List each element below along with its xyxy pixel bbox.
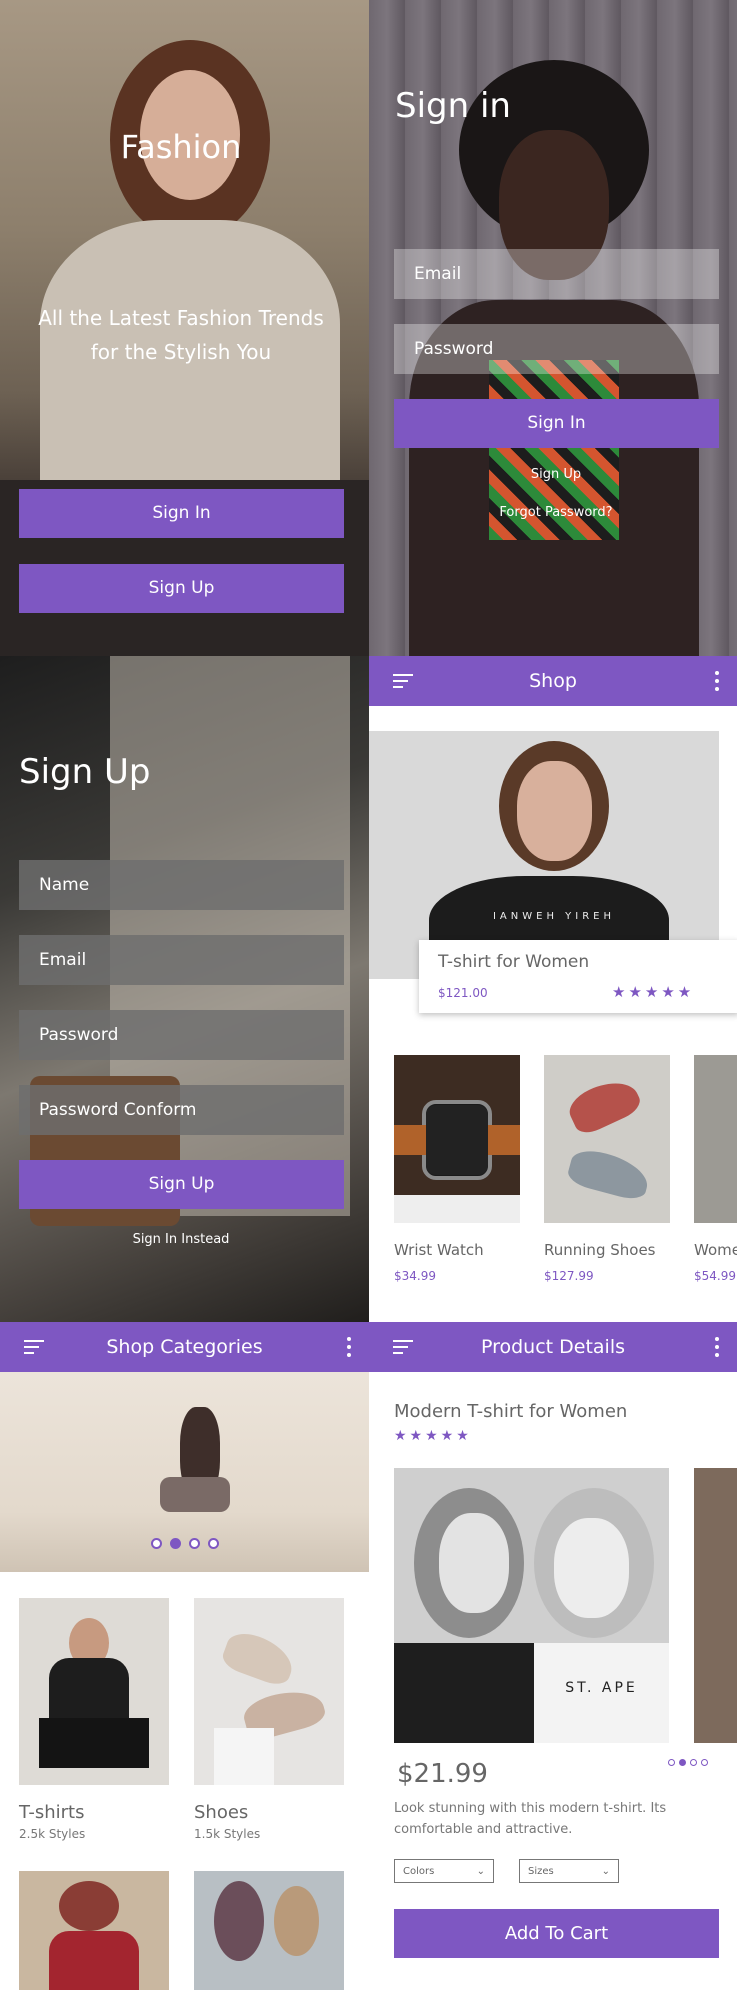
shop-app-bar: Shop — [369, 656, 737, 706]
category-name: Shoes — [194, 1802, 249, 1823]
chevron-down-icon: ⌄ — [601, 1865, 610, 1877]
signin-password-field[interactable]: Password — [394, 324, 719, 374]
detail-product-rating: ★★★★★ — [394, 1428, 472, 1444]
product-price: $127.99 — [544, 1269, 594, 1283]
menu-icon[interactable] — [393, 1340, 413, 1354]
detail-image-pager[interactable] — [666, 1759, 710, 1766]
forgot-password-link[interactable]: Forgot Password? — [369, 505, 737, 520]
running-shoes-image — [544, 1055, 670, 1223]
detail-description-2: comfortable and attractive. — [394, 1822, 573, 1837]
product-details-screen: Product Details Modern T-shirt for Women… — [369, 1322, 737, 1990]
detail-product-image[interactable]: ST. APE — [394, 1468, 669, 1743]
more-vert-icon[interactable] — [715, 671, 719, 691]
welcome-signup-button[interactable]: Sign Up — [19, 564, 344, 613]
pager-dot[interactable] — [701, 1759, 708, 1766]
categories-app-bar: Shop Categories — [0, 1322, 369, 1372]
product-card[interactable]: Running Shoes $127.99 — [544, 1055, 670, 1283]
shop-title: Shop — [529, 670, 577, 692]
chevron-down-icon: ⌄ — [476, 1865, 485, 1877]
welcome-tagline-1: All the Latest Fashion Trends — [38, 306, 324, 330]
signup-screen: Sign Up Name Email Password Password Con… — [0, 656, 369, 1322]
add-to-cart-button[interactable]: Add To Cart — [394, 1909, 719, 1958]
product-name: Running Shoes — [544, 1241, 656, 1259]
shirt-print-text: ST. APE — [565, 1680, 638, 1696]
detail-product-name: Modern T-shirt for Women — [394, 1401, 628, 1422]
signin-signup-link[interactable]: Sign Up — [369, 467, 737, 482]
pager-dot[interactable] — [188, 1538, 200, 1549]
category-name: T-shirts — [19, 1802, 85, 1823]
sizes-select-label: Sizes — [528, 1865, 554, 1877]
sizes-select[interactable]: Sizes ⌄ — [519, 1859, 619, 1883]
pager-dot[interactable] — [207, 1538, 219, 1549]
product-card[interactable]: Wrist Watch $34.99 — [394, 1055, 520, 1283]
featured-product-card[interactable]: T-shirt for Women $121.00 ★★★★★ — [419, 940, 737, 1013]
category-count: 1.5k Styles — [194, 1827, 261, 1841]
welcome-signin-button[interactable]: Sign In — [19, 489, 344, 538]
signup-button[interactable]: Sign Up — [19, 1160, 344, 1209]
categories-screen: Shop Categories T-shirts 2.5k Styles Sho… — [0, 1322, 369, 1990]
details-title: Product Details — [480, 1336, 626, 1358]
featured-product-price: $121.00 — [438, 986, 488, 1000]
more-vert-icon[interactable] — [347, 1337, 351, 1357]
shoes-category-image — [194, 1598, 344, 1785]
colors-select-label: Colors — [403, 1865, 435, 1877]
product-name: Wome — [694, 1241, 737, 1259]
signup-name-field[interactable]: Name — [19, 860, 344, 910]
signin-screen: Sign in Email Password Sign In Sign Up F… — [369, 0, 737, 656]
product-name: Wrist Watch — [394, 1241, 484, 1259]
signup-email-field[interactable]: Email — [19, 935, 344, 985]
detail-description-1: Look stunning with this modern t-shirt. … — [394, 1801, 667, 1816]
pager-dot-active[interactable] — [679, 1759, 686, 1766]
details-app-bar: Product Details — [369, 1322, 737, 1372]
category-card[interactable]: Shoes 1.5k Styles — [194, 1598, 344, 1841]
detail-price: $21.99 — [397, 1759, 488, 1789]
product-partial-image — [694, 1055, 737, 1223]
pager-dot[interactable] — [150, 1538, 162, 1549]
banner-pager[interactable] — [0, 1538, 369, 1549]
product-card[interactable]: Wome $54.99 — [694, 1055, 737, 1283]
pager-dot[interactable] — [690, 1759, 697, 1766]
signin-instead-link[interactable]: Sign In Instead — [0, 1232, 362, 1247]
menu-icon[interactable] — [24, 1340, 44, 1354]
shop-screen: Shop IANWEH YIREH T-shirt for Women $121… — [369, 656, 737, 1322]
welcome-tagline-2: for the Stylish You — [90, 340, 272, 364]
tshirts-category-image — [19, 1598, 169, 1785]
more-vert-icon[interactable] — [715, 1337, 719, 1357]
menu-icon[interactable] — [393, 674, 413, 688]
signin-button[interactable]: Sign In — [394, 399, 719, 448]
welcome-screen: Fashion All the Latest Fashion Trends fo… — [0, 0, 369, 656]
category-count: 2.5k Styles — [19, 1827, 86, 1841]
categories-title: Shop Categories — [106, 1336, 263, 1358]
signup-confirm-password-field[interactable]: Password Conform — [19, 1085, 344, 1135]
product-price: $54.99 — [694, 1269, 736, 1283]
pager-dot[interactable] — [668, 1759, 675, 1766]
category-card[interactable] — [194, 1871, 344, 1990]
signup-password-field[interactable]: Password — [19, 1010, 344, 1060]
featured-product-name: T-shirt for Women — [438, 952, 590, 972]
category-card[interactable] — [19, 1871, 169, 1990]
tshirt-print-text: IANWEH YIREH — [492, 911, 616, 922]
signin-email-field[interactable]: Email — [394, 249, 719, 299]
pager-dot-active[interactable] — [169, 1538, 181, 1549]
featured-product-rating: ★★★★★ — [612, 983, 695, 1001]
product-price: $34.99 — [394, 1269, 436, 1283]
signup-title: Sign Up — [19, 752, 151, 792]
colors-select[interactable]: Colors ⌄ — [394, 1859, 494, 1883]
signin-title: Sign in — [395, 86, 511, 126]
category-card[interactable]: T-shirts 2.5k Styles — [19, 1598, 169, 1841]
welcome-title: Fashion — [120, 128, 242, 166]
detail-next-image[interactable] — [694, 1468, 737, 1743]
wrist-watch-image — [394, 1055, 520, 1223]
